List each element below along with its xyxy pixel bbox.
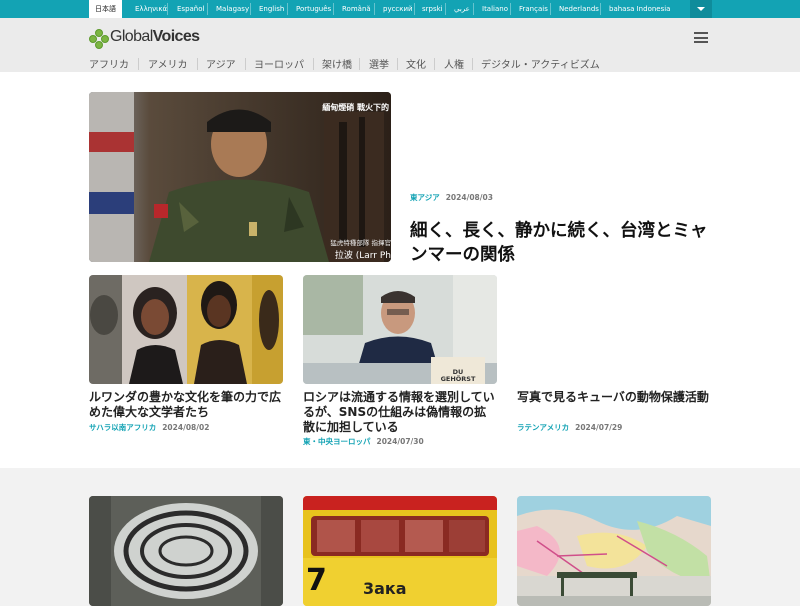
article-title[interactable]: ロシアは流通する情報を選別しているが、SNSの仕組みは偽情報の拡散に加担している: [303, 390, 497, 435]
article-meta: サハラ以南アフリカ 2024/08/02: [89, 422, 209, 433]
nav-item-bridge[interactable]: 架け橋: [322, 56, 352, 71]
nav-item-digital-activism[interactable]: デジタル・アクティビズム: [481, 56, 600, 71]
article-image-russia[interactable]: DU GEHÖRST: [303, 275, 497, 384]
speaker-photo: [303, 275, 497, 384]
site-header: GlobalVoices アフリカ アメリカ アジア ヨーロッパ 架け橋 選挙 …: [0, 18, 800, 72]
map-photo: [517, 496, 711, 606]
portraits-photo: [89, 275, 283, 384]
language-item[interactable]: Français: [519, 0, 548, 18]
nav-divider: [472, 58, 473, 70]
language-divider: [600, 3, 601, 15]
globalvoices-logo-icon: [89, 29, 109, 49]
nav-item-americas[interactable]: アメリカ: [148, 56, 188, 71]
language-divider: [473, 3, 474, 15]
language-item[interactable]: English: [259, 0, 284, 18]
nav-item-human-rights[interactable]: 人権: [444, 56, 464, 71]
language-item[interactable]: Ελληνικά: [135, 0, 167, 18]
image-overlay-name: 拉波 (Larr Ph: [334, 251, 391, 261]
language-item[interactable]: Nederlands: [559, 0, 599, 18]
featured-title[interactable]: 細く、長く、静かに続く、台湾とミャンマーの関係: [410, 219, 710, 267]
nav-item-europe[interactable]: ヨーロッパ: [254, 56, 304, 71]
language-divider: [167, 3, 168, 15]
nav-divider: [397, 58, 398, 70]
nav-divider: [313, 58, 314, 70]
nav-divider: [197, 58, 198, 70]
article-title[interactable]: 写真で見るキューバの動物保護活動: [517, 390, 711, 405]
language-item[interactable]: Italiano: [482, 0, 508, 18]
language-divider: [445, 3, 446, 15]
lower-article-grid: 7 3ака: [0, 468, 800, 606]
featured-meta: 東アジア 2024/08/03: [410, 192, 493, 203]
book-cover-text: DU GEHÖRST: [440, 368, 476, 383]
featured-image[interactable]: 緬甸煙硝 戰火下的 猛虎特種部隊 指揮官 拉波 (Larr Ph: [89, 92, 391, 262]
mural-photo: [89, 496, 283, 606]
nav-divider: [138, 58, 139, 70]
article-image-rwanda[interactable]: [89, 275, 283, 384]
lower-card-image-map[interactable]: [517, 496, 711, 606]
language-divider: [287, 3, 288, 15]
featured-date: 2024/08/03: [445, 193, 493, 202]
language-divider: [550, 3, 551, 15]
language-item[interactable]: русский: [383, 0, 413, 18]
tram-sign-text: 3ака: [363, 579, 407, 598]
language-divider: [333, 3, 334, 15]
nav-item-africa[interactable]: アフリカ: [89, 56, 129, 71]
language-item[interactable]: bahasa Indonesia: [609, 0, 670, 18]
nav-item-elections[interactable]: 選挙: [369, 56, 389, 71]
language-item[interactable]: srpski: [422, 0, 443, 18]
language-divider: [414, 3, 415, 15]
language-item[interactable]: عربي: [454, 0, 470, 18]
nav-divider: [245, 58, 246, 70]
menu-icon[interactable]: [694, 32, 708, 43]
article-category[interactable]: ラテンアメリカ: [517, 423, 569, 432]
nav-item-culture[interactable]: 文化: [406, 56, 426, 71]
language-item[interactable]: Română: [342, 0, 371, 18]
logo-wordmark: GlobalVoices: [110, 28, 200, 45]
language-divider: [510, 3, 511, 15]
article-category[interactable]: 東・中央ヨーロッパ: [303, 437, 371, 446]
nav-divider: [359, 58, 360, 70]
language-dropdown-button[interactable]: [690, 0, 712, 18]
language-divider: [250, 3, 251, 15]
featured-category[interactable]: 東アジア: [410, 193, 440, 202]
language-divider: [207, 3, 208, 15]
language-item[interactable]: Español: [177, 0, 204, 18]
language-item[interactable]: Português: [296, 0, 331, 18]
lower-card-image-tram[interactable]: 7 3ака: [303, 496, 497, 606]
article-title[interactable]: ルワンダの豊かな文化を筆の力で広めた偉大な文学者たち: [89, 390, 283, 420]
article-meta: ラテンアメリカ 2024/07/29: [517, 422, 622, 433]
image-overlay-title: 緬甸煙硝 戰火下的: [322, 103, 389, 112]
language-divider: [374, 3, 375, 15]
language-item-active[interactable]: 日本語: [89, 0, 122, 18]
nav-divider: [434, 58, 435, 70]
lower-card-image-mural[interactable]: [89, 496, 283, 606]
language-item[interactable]: Malagasy: [216, 0, 249, 18]
article-category[interactable]: サハラ以南アフリカ: [89, 423, 156, 432]
language-bar: 日本語 Ελληνικά Español Malagasy English Po…: [0, 0, 800, 18]
article-date: 2024/07/29: [575, 423, 623, 432]
tram-number: 7: [306, 563, 327, 598]
article-date: 2024/07/30: [376, 437, 424, 446]
article-date: 2024/08/02: [162, 423, 210, 432]
main-content: 緬甸煙硝 戰火下的 猛虎特種部隊 指揮官 拉波 (Larr Ph 細く、長く、静…: [0, 72, 800, 468]
image-overlay-subtitle: 猛虎特種部隊 指揮官: [330, 239, 391, 247]
nav-item-asia[interactable]: アジア: [206, 56, 236, 71]
article-meta: 東・中央ヨーロッパ 2024/07/30: [303, 436, 424, 447]
